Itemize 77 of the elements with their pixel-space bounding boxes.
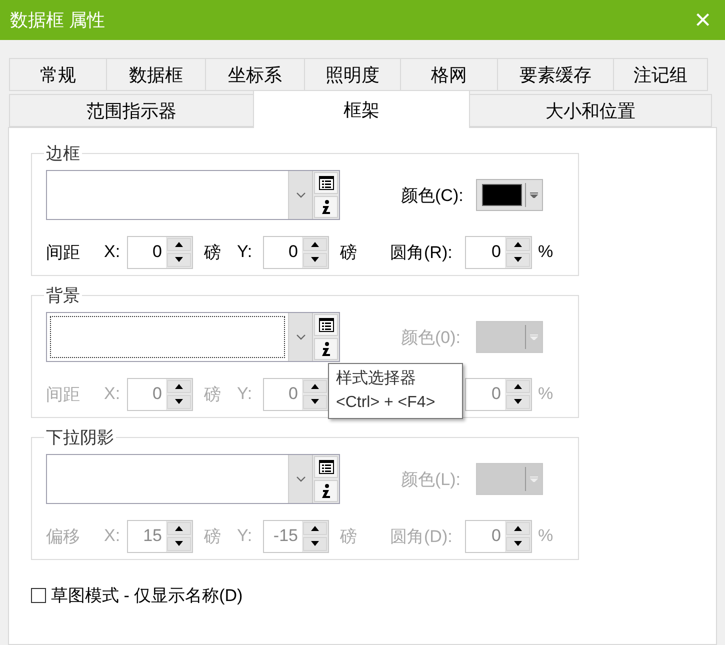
unit-label: 磅 bbox=[340, 242, 358, 264]
unit-label: % bbox=[538, 384, 554, 404]
up-arrow-icon bbox=[175, 526, 183, 531]
group-title: 背景 bbox=[45, 285, 81, 307]
tab[interactable]: 注记组 bbox=[613, 58, 708, 91]
color-label: 颜色(L): bbox=[401, 468, 462, 490]
chevron-down-icon bbox=[296, 192, 306, 198]
down-arrow-icon bbox=[311, 257, 319, 262]
info-icon bbox=[321, 484, 331, 498]
down-arrow-icon bbox=[311, 399, 319, 404]
unit-label: 磅 bbox=[340, 526, 358, 548]
chevron-down-icon bbox=[296, 476, 306, 482]
up-arrow-icon bbox=[175, 242, 183, 247]
group-title: 边框 bbox=[45, 143, 81, 165]
down-arrow-icon bbox=[514, 399, 522, 404]
chevron-down-icon bbox=[296, 334, 306, 340]
up-arrow-icon bbox=[311, 526, 319, 531]
tab[interactable]: 框架 bbox=[253, 90, 470, 128]
info-icon bbox=[321, 342, 331, 356]
tab[interactable]: 常规 bbox=[9, 58, 107, 91]
decrement-button[interactable] bbox=[506, 253, 530, 266]
tab[interactable]: 要素缓存 bbox=[497, 58, 614, 91]
unit-label: 磅 bbox=[204, 526, 222, 548]
down-arrow-icon bbox=[175, 399, 183, 404]
unit-label: 磅 bbox=[204, 242, 222, 264]
unit-label: % bbox=[538, 242, 554, 262]
down-arrow-icon bbox=[514, 541, 522, 546]
unit-label: % bbox=[538, 526, 554, 546]
color-label: 颜色(C): bbox=[401, 184, 464, 206]
x-label: X: bbox=[104, 384, 122, 404]
number-spinner[interactable]: 0 bbox=[127, 236, 193, 268]
increment-button[interactable] bbox=[167, 238, 191, 251]
color-label: 颜色(0): bbox=[401, 326, 462, 348]
tab[interactable]: 大小和位置 bbox=[469, 94, 712, 127]
group-title: 下拉阴影 bbox=[45, 427, 115, 449]
draft-mode-checkbox[interactable]: 草图模式 - 仅显示名称(D) bbox=[31, 584, 243, 607]
style-selector-button[interactable] bbox=[314, 172, 338, 194]
decrement-button[interactable] bbox=[303, 253, 327, 266]
increment-button[interactable] bbox=[506, 238, 530, 251]
offset-label: 偏移 bbox=[46, 526, 81, 548]
down-arrow-icon bbox=[514, 257, 522, 262]
up-arrow-icon bbox=[175, 384, 183, 389]
tooltip-text: 样式选择器 bbox=[336, 368, 417, 389]
list-icon bbox=[318, 318, 334, 332]
offset-label: 间距 bbox=[46, 384, 81, 406]
up-arrow-icon bbox=[514, 384, 522, 389]
number-spinner[interactable]: 0 bbox=[263, 236, 329, 268]
x-label: X: bbox=[104, 242, 122, 262]
up-arrow-icon bbox=[514, 526, 522, 531]
down-arrow-icon bbox=[175, 257, 183, 262]
corner-label: 圆角(R): bbox=[390, 242, 454, 264]
y-label: Y: bbox=[237, 384, 254, 404]
color-picker[interactable] bbox=[476, 179, 543, 211]
y-label: Y: bbox=[237, 526, 254, 546]
properties-button[interactable] bbox=[314, 196, 338, 218]
increment-button[interactable] bbox=[303, 238, 327, 251]
tab[interactable]: 数据框 bbox=[106, 58, 206, 91]
info-icon bbox=[321, 200, 331, 214]
down-arrow-icon bbox=[175, 541, 183, 546]
y-label: Y: bbox=[237, 242, 254, 262]
unit-label: 磅 bbox=[204, 384, 222, 406]
down-arrow-icon bbox=[311, 541, 319, 546]
up-arrow-icon bbox=[311, 384, 319, 389]
decrement-button[interactable] bbox=[167, 253, 191, 266]
window-title: 数据框 属性 bbox=[10, 9, 106, 32]
corner-label: 圆角(D): bbox=[390, 526, 454, 548]
up-arrow-icon bbox=[514, 242, 522, 247]
x-label: X: bbox=[104, 526, 122, 546]
list-icon bbox=[318, 176, 334, 190]
list-icon bbox=[318, 460, 334, 474]
offset-label: 间距 bbox=[46, 242, 81, 264]
number-spinner[interactable]: 0 bbox=[465, 236, 532, 268]
tooltip-text: <Ctrl> + <F4> bbox=[336, 393, 436, 413]
tab[interactable]: 范围指示器 bbox=[9, 94, 254, 127]
tab[interactable]: 坐标系 bbox=[205, 58, 305, 91]
up-arrow-icon bbox=[311, 242, 319, 247]
tab[interactable]: 格网 bbox=[400, 58, 498, 91]
